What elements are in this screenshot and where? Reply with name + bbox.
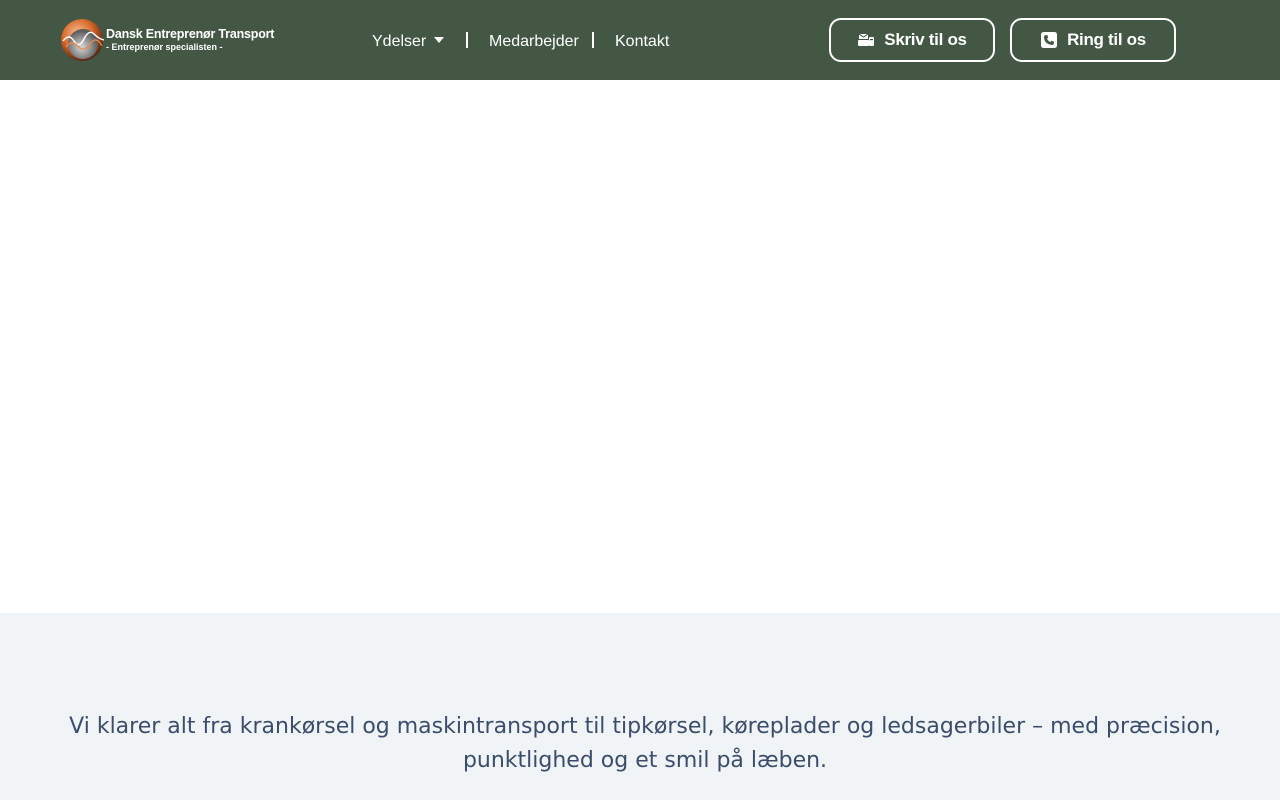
mail-icon: [858, 33, 875, 46]
site-header: Dansk Entreprenør Transport - Entreprenø…: [0, 0, 1280, 80]
write-to-us-button[interactable]: Skriv til os: [829, 18, 995, 62]
logo-title: Dansk Entreprenør Transport: [106, 27, 275, 41]
call-us-label: Ring til os: [1067, 30, 1146, 49]
phone-icon: [1041, 32, 1058, 48]
nav-item-ydelser[interactable]: Ydelser: [372, 30, 426, 54]
nav-item-kontakt[interactable]: Kontakt: [615, 30, 669, 54]
logo-subtitle: - Entreprenør specialisten -: [106, 42, 223, 52]
write-to-us-label: Skriv til os: [884, 30, 967, 49]
nav-divider: [466, 32, 468, 48]
nav-item-medarbejder[interactable]: Medarbejder: [489, 30, 579, 54]
logo-globe-icon: [61, 19, 105, 61]
nav-divider: [592, 32, 594, 48]
call-us-button[interactable]: Ring til os: [1010, 18, 1176, 62]
site-logo[interactable]: Dansk Entreprenør Transport - Entreprenø…: [60, 17, 274, 63]
hero-section: [0, 80, 1280, 613]
intro-text: Vi klarer alt fra krankørsel og maskintr…: [69, 714, 1221, 773]
intro-section: Vi klarer alt fra krankørsel og maskintr…: [0, 613, 1280, 800]
caret-down-icon[interactable]: [434, 37, 444, 43]
